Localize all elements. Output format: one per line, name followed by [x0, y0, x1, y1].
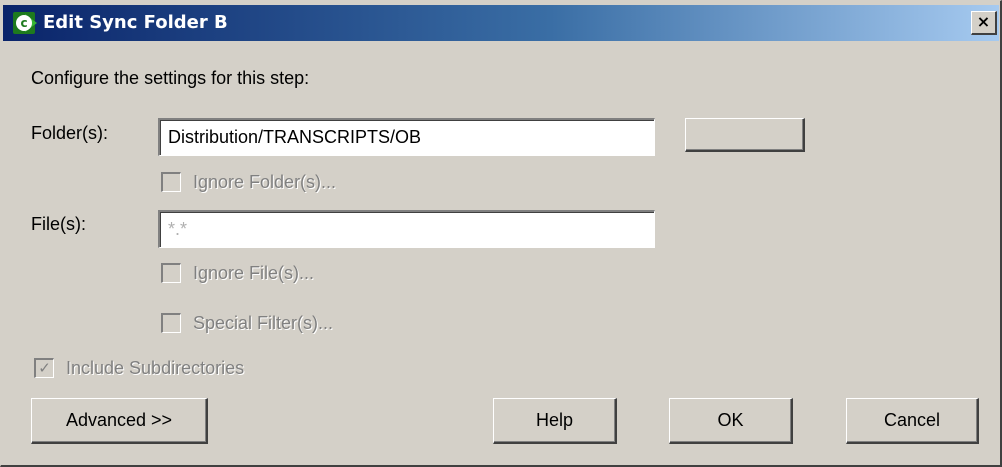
advanced-button[interactable]: Advanced >> — [31, 398, 208, 444]
instruction-text: Configure the settings for this step: — [31, 68, 310, 88]
special-filter-checkbox-row[interactable]: Special Filter(s)... — [161, 311, 391, 337]
checkmark-icon: ✓ — [38, 359, 51, 377]
special-filter-checkbox[interactable] — [161, 313, 181, 333]
special-filter-label: Special Filter(s)... — [193, 313, 334, 333]
files-label: File(s): — [31, 214, 86, 234]
include-subdirectories-label: Include Subdirectories — [66, 358, 245, 378]
ignore-files-label: Ignore File(s)... — [193, 263, 315, 283]
folders-label: Folder(s): — [31, 123, 109, 143]
app-icon: c — [13, 12, 37, 34]
folders-input[interactable]: Distribution/TRANSCRIPTS/OB — [158, 118, 655, 156]
app-icon-letter: c — [16, 15, 32, 31]
ignore-files-checkbox[interactable] — [161, 263, 181, 283]
include-subdirectories-checkbox[interactable]: ✓ — [34, 358, 54, 378]
include-subdirectories-checkbox-row[interactable]: ✓ Include Subdirectories — [34, 356, 294, 382]
ignore-folders-checkbox-row[interactable]: Ignore Folder(s)... — [161, 170, 391, 196]
ok-button[interactable]: OK — [669, 398, 793, 444]
ignore-folders-checkbox[interactable] — [161, 172, 181, 192]
dialog-window: c Edit Sync Folder B × Configure the set… — [0, 0, 1002, 467]
files-input[interactable]: *.* — [158, 210, 655, 248]
title-bar[interactable]: c Edit Sync Folder B × — [3, 5, 999, 41]
close-icon: × — [976, 12, 991, 31]
ignore-folders-label: Ignore Folder(s)... — [193, 172, 337, 192]
window-title: Edit Sync Folder B — [43, 12, 228, 33]
ignore-files-checkbox-row[interactable]: Ignore File(s)... — [161, 261, 391, 287]
browse-button[interactable] — [685, 118, 805, 152]
close-button[interactable]: × — [971, 11, 997, 35]
help-button[interactable]: Help — [493, 398, 617, 444]
cancel-button[interactable]: Cancel — [846, 398, 979, 444]
